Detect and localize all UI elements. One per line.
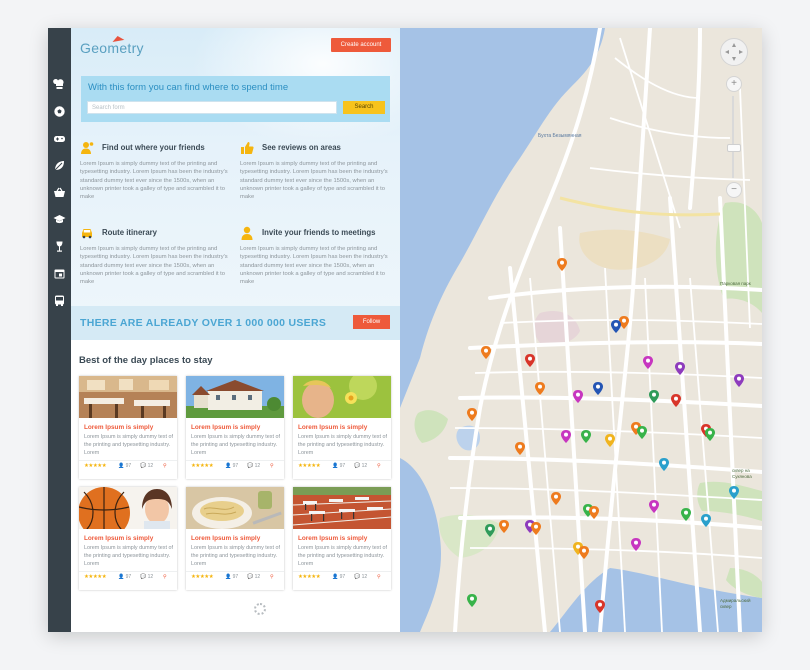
rating-stars-icon: ★★★★★ xyxy=(84,463,107,469)
place-text: Lorem Ipsum is simply dummy text of the … xyxy=(298,434,387,456)
place-title[interactable]: Lorem Ipsum is simply xyxy=(298,424,367,431)
place-text: Lorem Ipsum is simply dummy text of the … xyxy=(191,545,280,567)
divider xyxy=(79,460,177,461)
logo-text: Geometry xyxy=(80,40,144,56)
place-meta: ★★★★★ 👤 97 💬 12 ⚲ xyxy=(298,574,388,582)
comments-count: 💬 12 xyxy=(354,574,368,580)
divider xyxy=(186,460,284,461)
rating-stars-icon: ★★★★★ xyxy=(191,463,214,469)
follow-button[interactable]: Follow xyxy=(353,315,390,329)
place-card[interactable]: Lorem Ipsum is simply Lorem Ipsum is sim… xyxy=(293,376,391,479)
comments-count: 💬 12 xyxy=(247,574,261,580)
place-title[interactable]: Lorem Ipsum is simply xyxy=(191,535,260,542)
feature-title: Invite your friends to meetings xyxy=(262,228,376,237)
place-meta: ★★★★★ 👤 97 💬 12 ⚲ xyxy=(191,463,281,471)
flower-image[interactable] xyxy=(293,376,391,418)
feature-text: Lorem Ipsum is simply dummy text of the … xyxy=(240,246,388,286)
feature-text: Lorem Ipsum is simply dummy text of the … xyxy=(80,246,228,286)
place-card[interactable]: Lorem Ipsum is simply Lorem Ipsum is sim… xyxy=(186,376,284,479)
comments-count: 💬 12 xyxy=(247,463,261,469)
friends-location-icon xyxy=(80,141,94,155)
place-title[interactable]: Lorem Ipsum is simply xyxy=(84,424,153,431)
running-track-image[interactable] xyxy=(293,487,391,529)
city-map[interactable]: Бухта Безымянная Парковая парк сквер на … xyxy=(400,28,762,632)
users-count-text: THERE ARE ALREADY OVER 1 000 000 USERS xyxy=(80,317,327,329)
search-form-title: With this form you can find where to spe… xyxy=(88,82,289,93)
places-heading: Best of the day places to stay xyxy=(79,355,213,366)
users-count: 👤 97 xyxy=(118,463,132,469)
thumbs-up-icon xyxy=(240,141,254,155)
rating-stars-icon: ★★★★★ xyxy=(298,463,321,469)
map-pin-icon[interactable]: ⚲ xyxy=(377,574,381,580)
map-pin-icon xyxy=(467,258,744,613)
search-form: With this form you can find where to spe… xyxy=(81,76,390,122)
place-title[interactable]: Lorem Ipsum is simply xyxy=(298,535,367,542)
restaurant-image[interactable] xyxy=(79,376,177,418)
comments-count: 💬 12 xyxy=(140,463,154,469)
feature-text: Lorem Ipsum is simply dummy text of the … xyxy=(80,161,228,201)
bus-icon[interactable] xyxy=(53,294,66,307)
pasta-image[interactable] xyxy=(186,487,284,529)
create-account-button[interactable]: Create account xyxy=(331,38,391,52)
place-card[interactable]: Lorem Ipsum is simply Lorem Ipsum is sim… xyxy=(79,376,177,479)
divider xyxy=(293,571,391,572)
chef-hat-icon[interactable] xyxy=(53,78,66,91)
map-markers xyxy=(467,258,744,613)
loading-spinner-icon xyxy=(254,603,266,615)
rating-stars-icon: ★★★★★ xyxy=(298,574,321,580)
search-input[interactable]: Search form xyxy=(87,101,337,114)
map-pin-icon[interactable]: ⚲ xyxy=(377,463,381,469)
feature-title: Find out where your friends xyxy=(102,143,205,152)
category-sidebar xyxy=(48,28,71,632)
rating-stars-icon: ★★★★★ xyxy=(84,574,107,580)
feature-title: Route itinerary xyxy=(102,228,158,237)
place-meta: ★★★★★ 👤 97 💬 12 ⚲ xyxy=(191,574,281,582)
users-count: 👤 97 xyxy=(118,574,132,580)
place-text: Lorem Ipsum is simply dummy text of the … xyxy=(191,434,280,456)
place-title[interactable]: Lorem Ipsum is simply xyxy=(84,535,153,542)
place-title[interactable]: Lorem Ipsum is simply xyxy=(191,424,260,431)
users-count: 👤 97 xyxy=(225,574,239,580)
comments-count: 💬 12 xyxy=(140,574,154,580)
place-card[interactable]: Lorem Ipsum is simply Lorem Ipsum is sim… xyxy=(293,487,391,590)
place-meta: ★★★★★ 👤 97 💬 12 ⚲ xyxy=(298,463,388,471)
content-panel: Geometry Create account With this form y… xyxy=(71,28,400,632)
map-pin-icon[interactable]: ⚲ xyxy=(163,463,167,469)
divider xyxy=(293,460,391,461)
castle-image[interactable] xyxy=(186,376,284,418)
users-count: 👤 97 xyxy=(332,574,346,580)
divider xyxy=(186,571,284,572)
place-meta: ★★★★★ 👤 97 💬 12 ⚲ xyxy=(84,463,174,471)
divider xyxy=(79,571,177,572)
feature-text: Lorem Ipsum is simply dummy text of the … xyxy=(240,161,388,201)
users-banner: THERE ARE ALREADY OVER 1 000 000 USERS F… xyxy=(71,306,400,340)
search-button[interactable]: Search xyxy=(343,101,385,114)
place-card[interactable]: Lorem Ipsum is simply Lorem Ipsum is sim… xyxy=(186,487,284,590)
feature-title: See reviews on areas xyxy=(262,143,341,152)
users-count: 👤 97 xyxy=(332,463,346,469)
comments-count: 💬 12 xyxy=(354,463,368,469)
logo[interactable]: Geometry xyxy=(80,34,144,56)
user-invite-icon xyxy=(240,226,254,240)
place-text: Lorem Ipsum is simply dummy text of the … xyxy=(84,434,173,456)
rating-stars-icon: ★★★★★ xyxy=(191,574,214,580)
users-count: 👤 97 xyxy=(225,463,239,469)
place-text: Lorem Ipsum is simply dummy text of the … xyxy=(298,545,387,567)
wine-glass-icon[interactable] xyxy=(53,240,66,253)
map-pin-icon[interactable]: ⚲ xyxy=(270,574,274,580)
map-pin-icon[interactable]: ⚲ xyxy=(163,574,167,580)
app-window: Geometry Create account With this form y… xyxy=(48,28,762,632)
map-pin-icon[interactable]: ⚲ xyxy=(270,463,274,469)
basket-icon[interactable] xyxy=(53,186,66,199)
place-card[interactable]: Lorem Ipsum is simply Lorem Ipsum is sim… xyxy=(79,487,177,590)
leaf-icon[interactable] xyxy=(53,159,66,172)
calendar-icon[interactable] xyxy=(53,267,66,280)
basketball-image[interactable] xyxy=(79,487,177,529)
place-meta: ★★★★★ 👤 97 💬 12 ⚲ xyxy=(84,574,174,582)
gamepad-icon[interactable] xyxy=(53,132,66,145)
graduation-cap-icon[interactable] xyxy=(53,213,66,226)
place-text: Lorem Ipsum is simply dummy text of the … xyxy=(84,545,173,567)
soccer-ball-icon[interactable] xyxy=(53,105,66,118)
car-icon xyxy=(80,226,94,240)
